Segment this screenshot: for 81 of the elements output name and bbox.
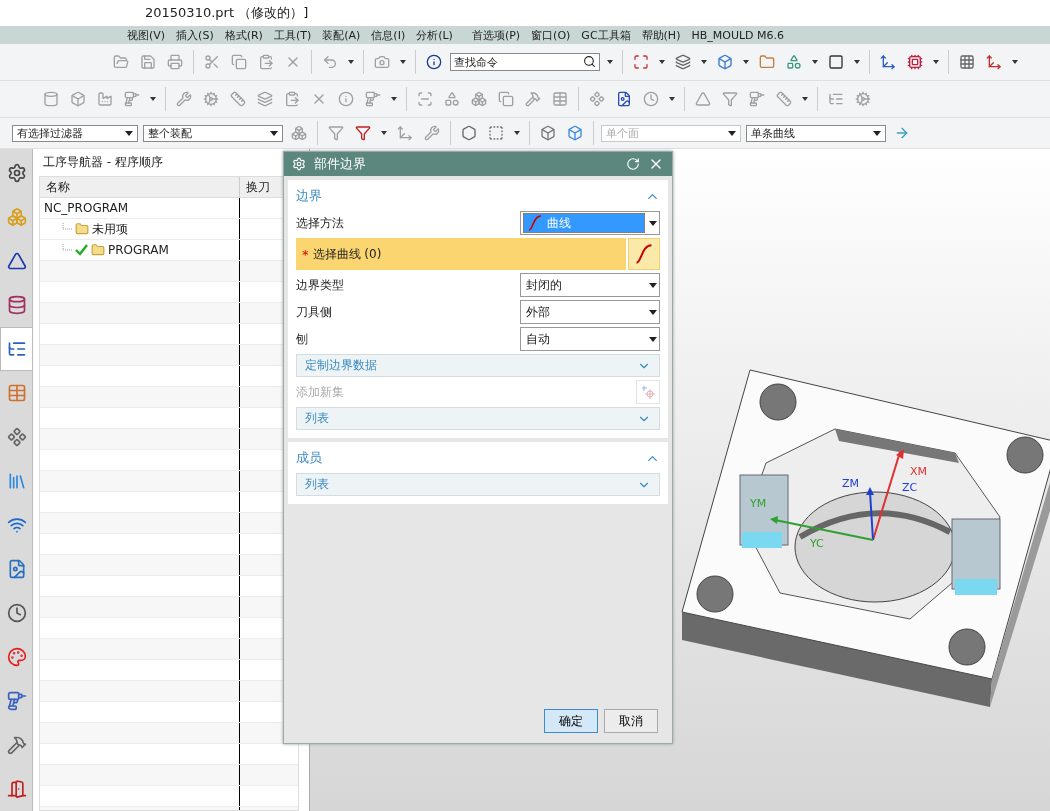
dropdown-arrow-icon (125, 130, 133, 136)
column-header[interactable]: 名称 (40, 177, 240, 197)
section-header[interactable]: 成员 (296, 446, 660, 470)
menu-item[interactable]: 帮助(H) (641, 27, 681, 43)
hammer-icon (6, 735, 27, 755)
menu-item[interactable]: HB_MOULD M6.6 (691, 28, 785, 42)
menu-item[interactable]: 窗口(O) (531, 27, 571, 43)
filter-dropdown[interactable]: 有选择过滤器 (12, 124, 138, 142)
hole-drawing (696, 575, 734, 613)
crosshair-plus-icon (641, 385, 655, 399)
menu-item[interactable]: GC工具箱 (581, 27, 631, 43)
triangle-icon (6, 251, 27, 271)
resource-tab[interactable] (0, 327, 32, 371)
dropdown[interactable]: 外部 (520, 300, 660, 324)
selection-bar[interactable]: * 选择曲线 (0) (296, 238, 626, 270)
select-curve-button[interactable] (628, 238, 660, 270)
field-label: 刨 (296, 330, 308, 348)
filter-dropdown[interactable]: 单条曲线 (746, 124, 886, 142)
axis-label: ZM (842, 477, 860, 490)
menu-item[interactable]: 工具(T) (273, 27, 312, 43)
subgroup-header[interactable]: 定制边界数据 (296, 354, 660, 377)
drill-icon (6, 691, 27, 711)
dropdown[interactable]: 自动 (520, 327, 660, 351)
axis-label: YC (810, 537, 824, 550)
dropdown-arrow-icon (873, 130, 881, 136)
dialog-button[interactable]: 取消 (604, 709, 658, 733)
axis-label: YM (750, 497, 767, 510)
menu-item[interactable]: 格式(R) (224, 27, 263, 43)
field-label: 边界类型 (296, 276, 344, 294)
gear-icon (6, 163, 27, 183)
hole-drawing (759, 383, 797, 421)
dropdown-arrow-icon (649, 309, 657, 315)
hole-drawing (1006, 436, 1044, 474)
tree-item[interactable]: PROGRAM (108, 243, 169, 257)
folder-icon (91, 243, 105, 257)
signal-icon (6, 515, 27, 535)
reset-button[interactable] (626, 157, 640, 171)
dialog-button[interactable]: 确定 (544, 709, 598, 733)
dropdown-arrow-icon (649, 336, 657, 342)
gear-icon (292, 157, 306, 171)
required-mark: * (302, 246, 309, 262)
cylinder-icon (6, 295, 27, 315)
menu-item[interactable]: 视图(V) (127, 27, 166, 43)
section-header[interactable]: 边界 (296, 184, 660, 208)
dropdown-arrow-icon (649, 282, 657, 288)
field-label: 刀具侧 (296, 303, 332, 321)
subgroup-header[interactable]: 列表 (296, 473, 660, 496)
hole-drawing (948, 628, 986, 666)
add-set-button[interactable] (636, 380, 660, 404)
dropdown[interactable]: 封闭的 (520, 273, 660, 297)
door-icon (6, 779, 27, 799)
curve-icon (634, 244, 654, 264)
axis-label: XM (910, 465, 928, 478)
curve-icon (527, 215, 543, 231)
search-field[interactable]: 查找命令 (450, 53, 600, 71)
tree-list-icon (6, 339, 27, 359)
filter-dropdown[interactable]: 整个装配 (143, 124, 283, 142)
tree-item[interactable]: NC_PROGRAM (44, 201, 129, 215)
cubes-icon (6, 207, 27, 227)
navigator-title: 工序导航器 - 程序顺序 (43, 154, 163, 171)
table-icon (6, 383, 27, 403)
menu-item[interactable]: 插入(S) (176, 27, 214, 43)
tree-item[interactable]: 未用项 (92, 220, 128, 238)
menu-item[interactable]: 信息(I) (371, 27, 406, 43)
dropdown-arrow-icon (649, 220, 657, 226)
field-label: 选择方法 (296, 214, 344, 232)
palette-icon (6, 647, 27, 667)
axis-label: ZC (902, 481, 918, 494)
menu-item[interactable]: 装配(A) (322, 27, 361, 43)
window-title: 20150310.prt （修改的）] (145, 4, 309, 22)
selection-label: 选择曲线 (0) (312, 245, 382, 263)
menu-item[interactable]: 首选项(P) (471, 27, 521, 43)
menu-item[interactable]: 分析(L) (416, 27, 453, 43)
dropdown-arrow-icon (728, 130, 736, 136)
folder-icon (75, 222, 89, 236)
clock-icon (6, 603, 27, 623)
field-label: 添加新集 (296, 383, 344, 401)
subgroup-header[interactable]: 列表 (296, 407, 660, 430)
dialog-title: 部件边界 (314, 155, 367, 173)
search-icon (583, 55, 596, 68)
dropdown-arrow-icon (270, 130, 278, 136)
